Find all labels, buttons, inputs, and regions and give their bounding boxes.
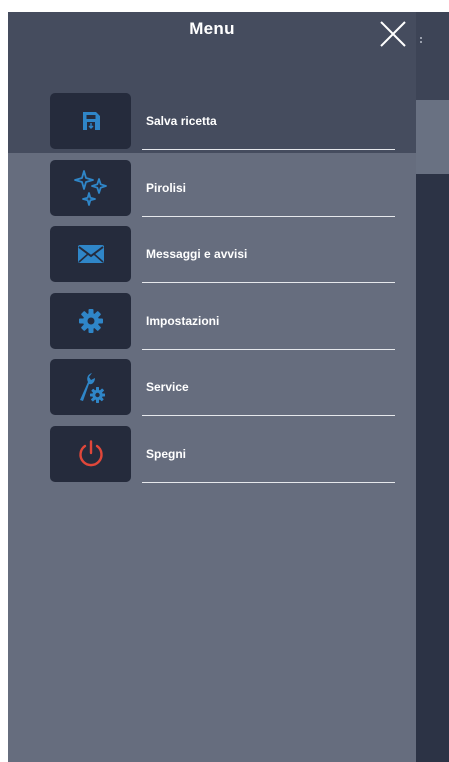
menu-item-divider — [142, 349, 395, 350]
menu-item-label: Impostazioni — [146, 314, 220, 328]
menu-item-icon-tile — [50, 426, 131, 482]
menu-item-icon-tile — [50, 293, 131, 349]
power-icon — [78, 440, 103, 467]
menu-item-spegni[interactable]: Spegni — [8, 426, 416, 492]
menu-item-icon-tile — [50, 93, 131, 149]
envelope-icon — [77, 245, 104, 263]
background-panel — [416, 12, 449, 100]
menu-item-divider — [142, 482, 395, 483]
background-panel-highlight — [416, 100, 449, 174]
menu-item-icon-tile — [50, 226, 131, 282]
menu-item-service[interactable]: Service — [8, 359, 416, 425]
menu-drawer: Menu Salva ricetta Pirolisi Messaggi e a… — [8, 12, 422, 762]
menu-item-icon-tile — [50, 160, 131, 216]
close-icon — [380, 21, 406, 47]
menu-item-divider — [142, 216, 395, 217]
menu-item-label: Pirolisi — [146, 181, 187, 195]
menu-item-divider — [142, 415, 395, 416]
gear-icon — [78, 309, 103, 333]
sparkles-icon — [73, 170, 107, 206]
menu-title: Menu — [189, 19, 235, 38]
menu-item-icon-tile — [50, 359, 131, 415]
menu-item-divider — [142, 282, 395, 283]
menu-item-impostazioni[interactable]: Impostazioni — [8, 293, 416, 359]
wrench-gear-icon — [79, 373, 105, 403]
menu-item-divider — [142, 149, 395, 150]
menu-item-label: Spegni — [146, 447, 187, 461]
menu-item-label: Salva ricetta — [146, 114, 217, 128]
close-button[interactable] — [376, 17, 410, 51]
save-icon — [82, 112, 100, 130]
menu-item-pirolisi[interactable]: Pirolisi — [8, 160, 416, 226]
drawer-handle-dots — [420, 37, 422, 43]
menu-item-salva-ricetta[interactable]: Salva ricetta — [8, 93, 416, 159]
menu-item-label: Messaggi e avvisi — [146, 247, 248, 261]
menu-item-messaggi-e-avvisi[interactable]: Messaggi e avvisi — [8, 226, 416, 292]
menu-item-label: Service — [146, 380, 189, 394]
